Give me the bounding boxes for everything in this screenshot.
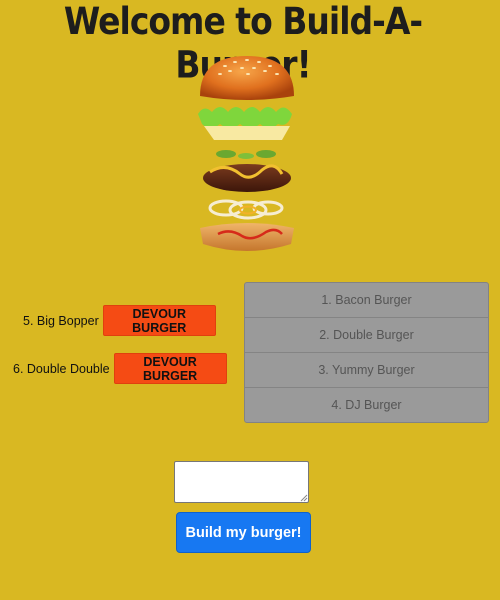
burger-list-item: 4. DJ Burger	[331, 398, 402, 412]
page: Welcome to Build-A-Burger!	[0, 0, 500, 600]
eaten-burger-label: 6. Double Double	[13, 361, 110, 376]
eaten-burger-item: 5. Big Bopper DEVOUR BURGER	[23, 305, 216, 336]
devour-burger-button[interactable]: DEVOUR BURGER	[113, 353, 227, 384]
eaten-burger-label: 5. Big Bopper	[23, 313, 99, 328]
build-burger-button[interactable]: Build my burger!	[176, 512, 311, 553]
burger-list-item: 3. Yummy Burger	[245, 353, 488, 388]
burger-illustration-icon	[198, 56, 294, 251]
eaten-burger-item: 6. Double Double DEVOUR BURGER	[13, 353, 227, 384]
burger-list-item: 2. Double Burger	[245, 318, 488, 353]
burger-name-input[interactable]	[174, 461, 309, 503]
devour-burger-button[interactable]: DEVOUR BURGER	[102, 305, 216, 336]
resize-handle-icon[interactable]	[300, 494, 308, 502]
burger-list: 1. Bacon Burger 2. Double Burger 3. Yumm…	[244, 282, 489, 423]
burger-list-item: 1. Bacon Burger	[245, 283, 488, 318]
